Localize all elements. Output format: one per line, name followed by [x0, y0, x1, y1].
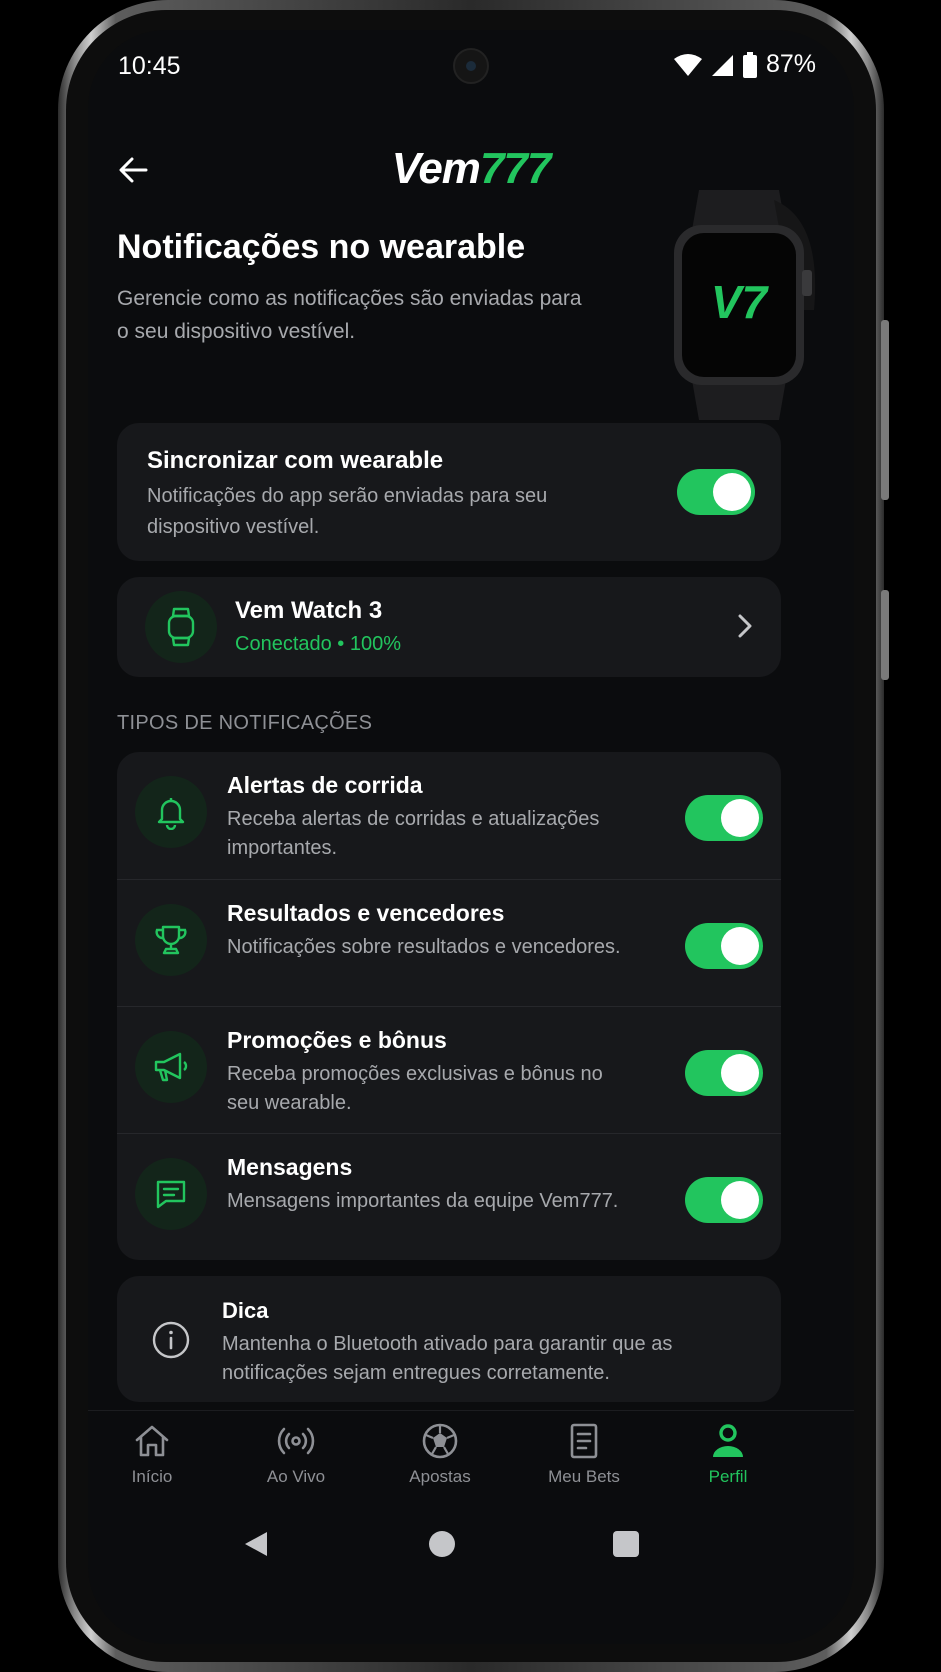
toggle-knob [721, 799, 759, 837]
bottom-nav: Início Ao Vivo Apostas Meu Bets Perfil [88, 1410, 854, 1510]
nav-label: Perfil [708, 1467, 748, 1486]
home-icon [135, 1425, 169, 1457]
row-title: Resultados e vencedores [227, 900, 505, 926]
sync-card: Sincronizar com wearable Notificações do… [117, 423, 781, 561]
document-icon [570, 1423, 598, 1459]
status-bar: 10:45 87% [88, 30, 854, 100]
row-title: Mensagens [227, 1154, 353, 1180]
device-status: Conectado • 100% [235, 633, 402, 655]
toggle-knob [721, 1054, 759, 1092]
nav-item-ao-vivo[interactable]: Ao Vivo [236, 1421, 356, 1487]
bell-icon [157, 798, 185, 830]
sync-title: Sincronizar com wearable [147, 447, 444, 474]
info-icon [152, 1321, 190, 1359]
wifi-icon [673, 53, 702, 76]
tip-card: Dica Mantenha o Bluetooth ativado para g… [117, 1276, 781, 1402]
row-description: Mensagens importantes da equipe Vem777. [227, 1190, 619, 1212]
front-camera [453, 48, 489, 84]
toggle-knob [713, 473, 751, 511]
battery-icon [742, 51, 757, 78]
nav-item-apostas[interactable]: Apostas [380, 1421, 500, 1487]
system-back-icon[interactable] [243, 1530, 269, 1558]
toggle-knob [721, 1181, 759, 1219]
watch-icon [167, 607, 195, 647]
system-recents-icon[interactable] [612, 1530, 640, 1558]
row-description: Receba alertas de corridas e atualizaçõe… [227, 808, 600, 859]
trophy-icon [155, 925, 187, 955]
logo-text-white: Vem [391, 144, 481, 193]
nav-label: Meu Bets [548, 1467, 620, 1486]
nav-item-inicio[interactable]: Início [92, 1421, 212, 1487]
list-item: Resultados e vencedores Notificações sob… [117, 879, 781, 1006]
page-title: Notificações no wearable [117, 228, 526, 266]
list-item: Alertas de corrida Receba alertas de cor… [117, 752, 781, 879]
toggle-resultados-e-vencedores[interactable] [685, 923, 763, 969]
row-title: Promoções e bônus [227, 1027, 447, 1053]
toggle-mensagens[interactable] [685, 1177, 763, 1223]
live-icon [277, 1427, 315, 1455]
profile-icon [713, 1424, 743, 1457]
battery-percent: 87% [765, 50, 816, 78]
nav-label: Início [131, 1467, 173, 1486]
page-subtitle: Gerencie como as notificações são enviad… [117, 287, 582, 343]
toggle-promocoes-e-bonus[interactable] [685, 1050, 763, 1096]
system-home-icon[interactable] [428, 1530, 456, 1558]
list-item: Promoções e bônus Receba promoções exclu… [117, 1006, 781, 1133]
row-icon-circle [135, 1031, 207, 1103]
toggle-knob [721, 927, 759, 965]
smartwatch-image: V7 [654, 190, 824, 420]
row-description: Notificações sobre resultados e vencedor… [227, 936, 621, 958]
list-item: Mensagens Mensagens importantes da equip… [117, 1133, 781, 1260]
nav-label: Apostas [409, 1467, 471, 1486]
status-time: 10:45 [118, 52, 181, 80]
tip-title: Dica [222, 1298, 269, 1323]
section-label-notification-types: TIPOS DE NOTIFICAÇÕES [117, 712, 373, 734]
notification-types-list: Alertas de corrida Receba alertas de cor… [117, 752, 781, 1260]
row-icon-circle [135, 776, 207, 848]
row-icon-circle [135, 1158, 207, 1230]
nav-item-perfil[interactable]: Perfil [668, 1421, 788, 1487]
watch-logo-text: V7 [711, 276, 770, 328]
sync-toggle[interactable] [677, 469, 755, 515]
megaphone-icon [154, 1052, 188, 1082]
signal-icon [711, 54, 733, 76]
soccer-ball-icon [422, 1423, 458, 1459]
volume-button [881, 320, 889, 500]
device-card[interactable]: Vem Watch 3 Conectado • 100% [117, 577, 781, 677]
app-screen: 10:45 87% Vem777 V7 Notificações no wear… [88, 30, 854, 1644]
row-description: Receba promoções exclusivas e bônus no s… [227, 1063, 603, 1114]
nav-item-meu-bets[interactable]: Meu Bets [524, 1421, 644, 1487]
nav-label: Ao Vivo [266, 1467, 326, 1486]
logo-text-green: 777 [479, 144, 551, 193]
sync-description: Notificações do app serão enviadas para … [147, 485, 548, 538]
toggle-alertas-de-corrida[interactable] [685, 795, 763, 841]
row-icon-circle [135, 904, 207, 976]
device-name: Vem Watch 3 [235, 597, 383, 624]
system-nav-bar [88, 1514, 854, 1574]
tip-description: Mantenha o Bluetooth ativado para garant… [222, 1333, 673, 1384]
status-icons: 87% [673, 50, 816, 79]
message-icon [156, 1180, 186, 1209]
row-title: Alertas de corrida [227, 772, 423, 798]
power-button [881, 590, 889, 680]
device-icon-circle [145, 591, 217, 663]
app-logo: Vem777 [88, 144, 854, 194]
chevron-right-icon [738, 614, 752, 638]
